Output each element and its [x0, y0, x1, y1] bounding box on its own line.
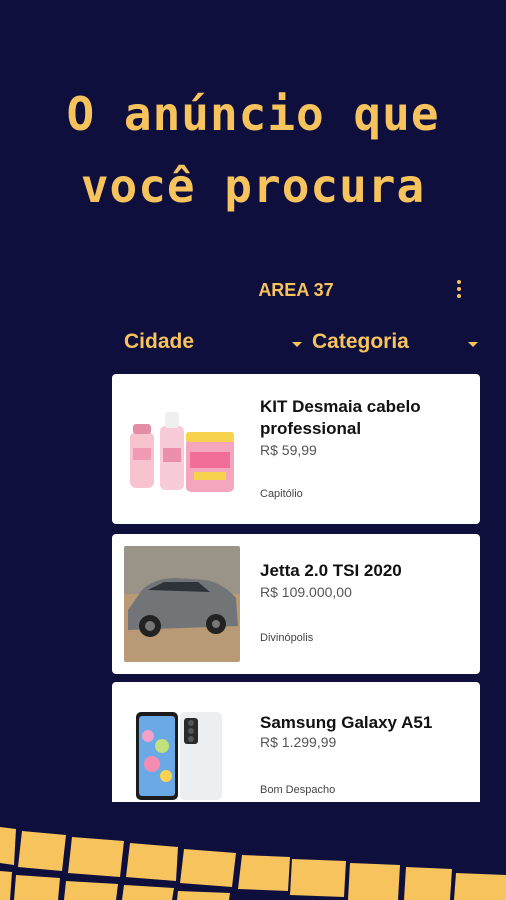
filters-row: Cidade Categoria	[112, 330, 506, 360]
headline: O anúncio que você procura	[0, 78, 506, 222]
arrow-drop-down-icon	[292, 342, 302, 347]
app-bar: AREA 37	[112, 262, 506, 320]
headline-line-2: você procura	[80, 159, 426, 213]
listing-card[interactable]: KIT Desmaia cabelo professional R$ 59,99…	[112, 374, 480, 524]
listing-image	[124, 546, 240, 662]
category-filter[interactable]: Categoria	[312, 330, 482, 360]
listing-city: Divinópolis	[260, 632, 314, 644]
app-title: AREA 37	[258, 280, 334, 300]
listing-city: Bom Despacho	[260, 784, 336, 796]
city-filter-label: Cidade	[124, 330, 195, 353]
category-filter-label: Categoria	[312, 330, 409, 353]
headline-line-1: O anúncio que	[66, 87, 440, 141]
arrow-drop-down-icon	[468, 342, 478, 347]
more-vert-icon[interactable]	[454, 280, 464, 302]
app-screen: AREA 37 Cidade Categoria KIT Desmaia cab…	[112, 262, 506, 802]
listing-price: R$ 109.000,00	[260, 584, 352, 600]
listing-title: Samsung Galaxy A51	[260, 713, 433, 732]
listing-title: KIT Desmaia cabelo professional	[260, 397, 421, 438]
listing-title: Jetta 2.0 TSI 2020	[260, 561, 402, 580]
listing-price: R$ 1.299,99	[260, 734, 337, 750]
listing-city: Capitólio	[260, 488, 303, 500]
listing-image	[124, 398, 240, 502]
listing-price: R$ 59,99	[260, 442, 317, 458]
decorative-tiles	[0, 815, 506, 900]
listing-image	[124, 706, 240, 802]
listing-card[interactable]: Samsung Galaxy A51 R$ 1.299,99 Bom Despa…	[112, 682, 480, 802]
city-filter[interactable]: Cidade	[124, 330, 302, 360]
listing-card[interactable]: Jetta 2.0 TSI 2020 R$ 109.000,00 Divinóp…	[112, 534, 480, 674]
